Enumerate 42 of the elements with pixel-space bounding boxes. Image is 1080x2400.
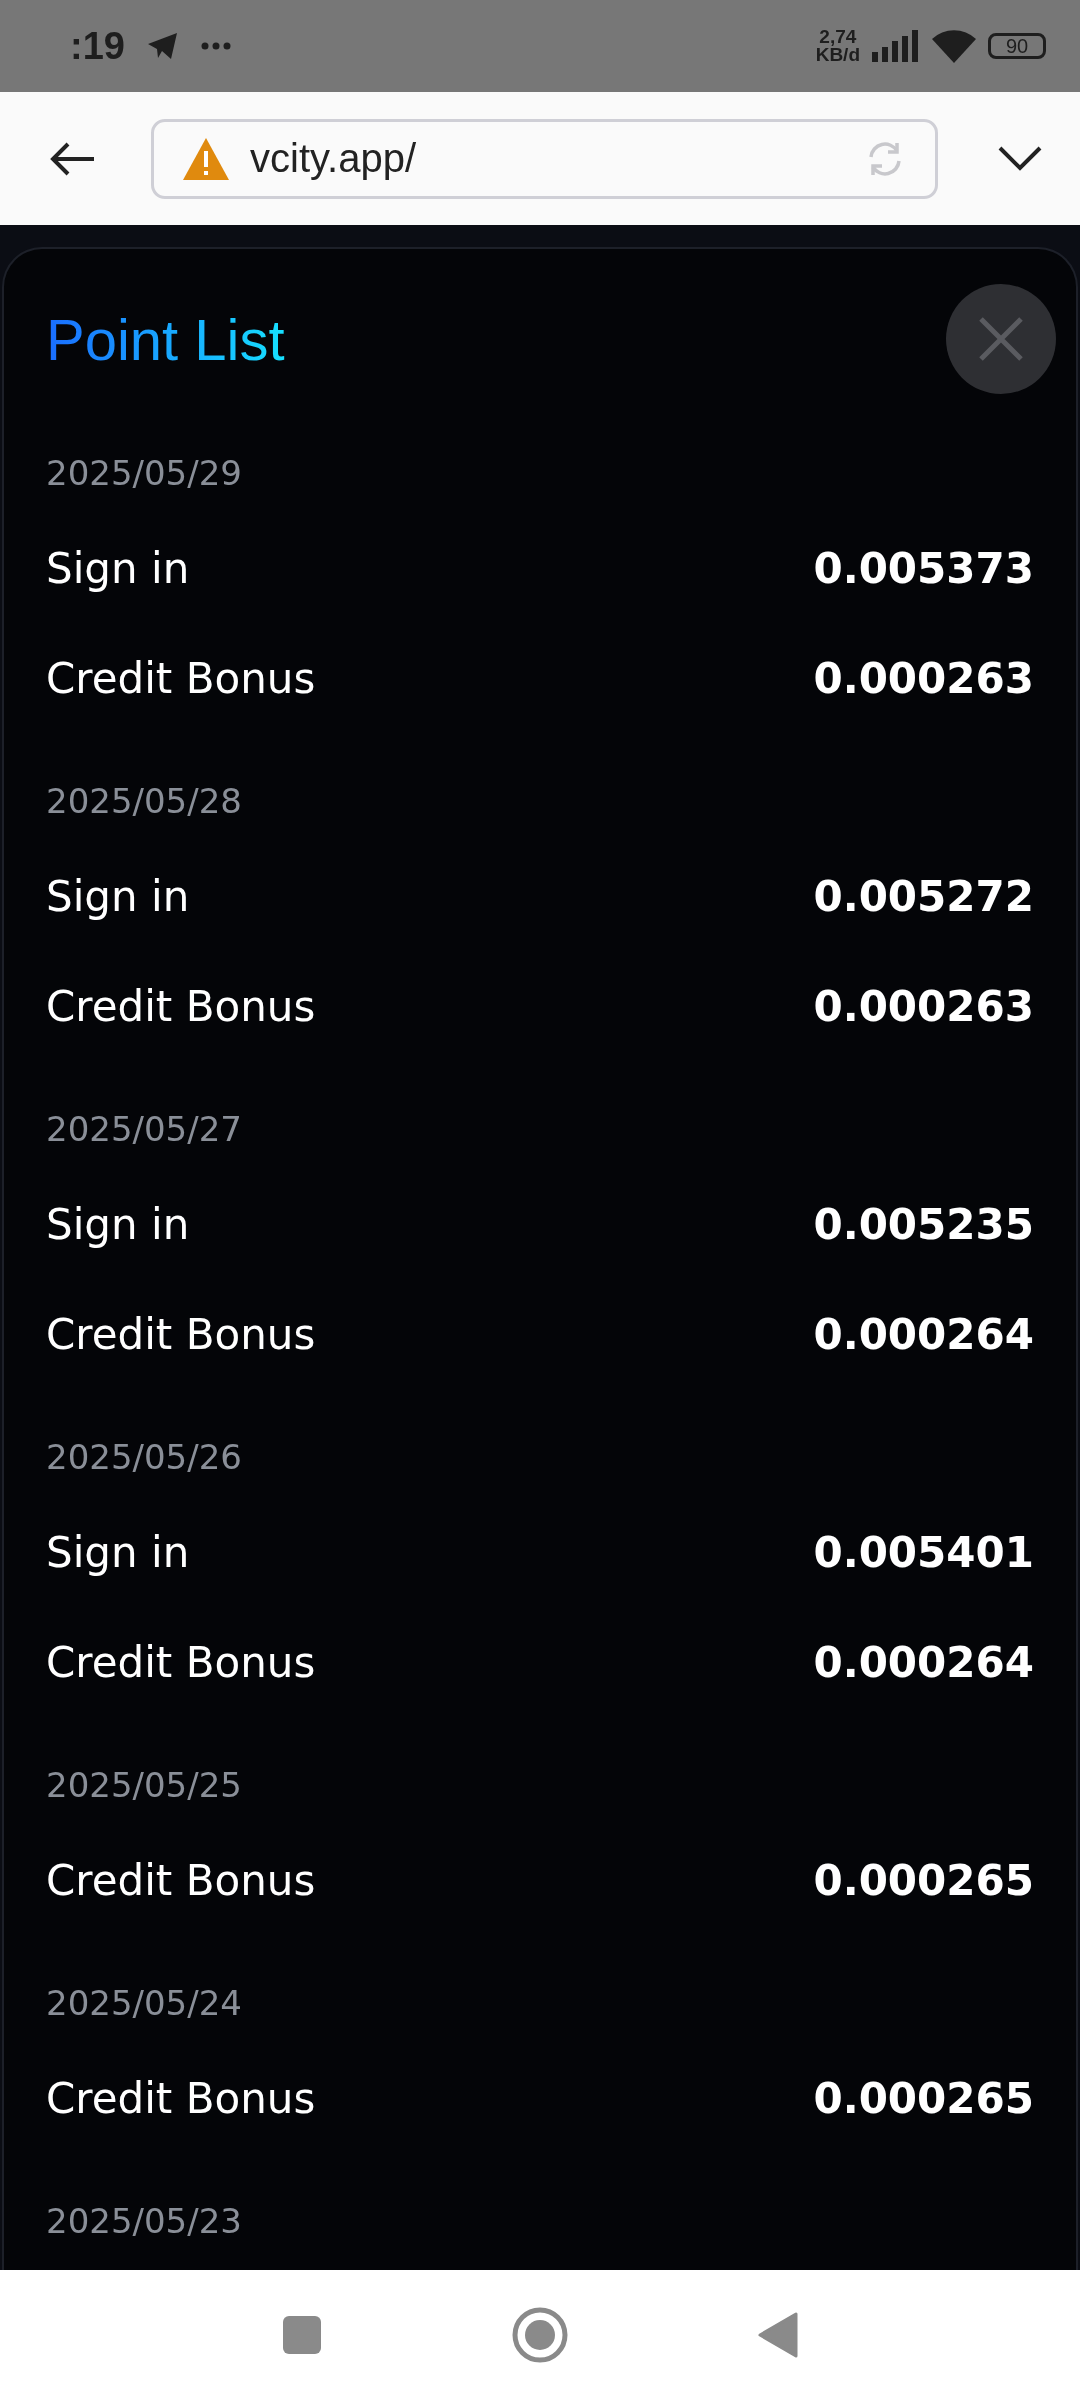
close-icon: [978, 316, 1024, 362]
back-arrow-icon[interactable]: [50, 140, 96, 177]
entry-value: 0.000264: [813, 1637, 1034, 1687]
date-heading: 2025/05/25: [46, 1764, 243, 1807]
wifi-icon: [932, 29, 976, 63]
entry-label: Credit Bonus: [46, 1309, 316, 1359]
entry-value: 0.005272: [813, 871, 1034, 921]
more-icon: [200, 42, 231, 50]
date-heading: 2025/05/23: [46, 2200, 243, 2243]
home-icon[interactable]: [512, 2307, 568, 2363]
battery-icon: 90: [988, 33, 1046, 59]
entry-label: Sign in: [46, 543, 190, 593]
date-heading: 2025/05/28: [46, 780, 243, 823]
entry-label: Sign in: [46, 1199, 190, 1249]
network-speed: 2,74: [819, 28, 857, 46]
back-icon[interactable]: [758, 2312, 798, 2358]
entry-label: Credit Bonus: [46, 981, 316, 1031]
entry-value: 0.000263: [813, 981, 1034, 1031]
status-time: :19: [70, 24, 125, 68]
entry-label: Sign in: [46, 1527, 190, 1577]
entry-value: 0.000264: [813, 1309, 1034, 1359]
entry-value: 0.000265: [813, 1855, 1034, 1905]
address-field[interactable]: vcity.app/: [151, 118, 938, 199]
recent-apps-icon[interactable]: [282, 2315, 322, 2355]
entry-label: Credit Bonus: [46, 653, 316, 703]
entry-label: Credit Bonus: [46, 1637, 316, 1687]
warning-icon: [182, 136, 230, 181]
entry-value: 0.005235: [813, 1199, 1034, 1249]
chevron-down-icon[interactable]: [998, 145, 1042, 172]
entry-label: Credit Bonus: [46, 2073, 316, 2123]
date-heading: 2025/05/26: [46, 1436, 243, 1479]
signal-icon: [872, 30, 920, 62]
date-heading: 2025/05/29: [46, 452, 243, 495]
entry-value: 0.000263: [813, 653, 1034, 703]
entry-value: 0.005401: [813, 1527, 1034, 1577]
speed-unit: KB/d: [815, 46, 860, 64]
entry-label: Credit Bonus: [46, 1855, 316, 1905]
entry-label: Sign in: [46, 871, 190, 921]
date-heading: 2025/05/27: [46, 1108, 243, 1151]
entry-value: 0.005373: [813, 543, 1034, 593]
entry-value: 0.000265: [813, 2073, 1034, 2123]
date-heading: 2025/05/24: [46, 1982, 243, 2025]
